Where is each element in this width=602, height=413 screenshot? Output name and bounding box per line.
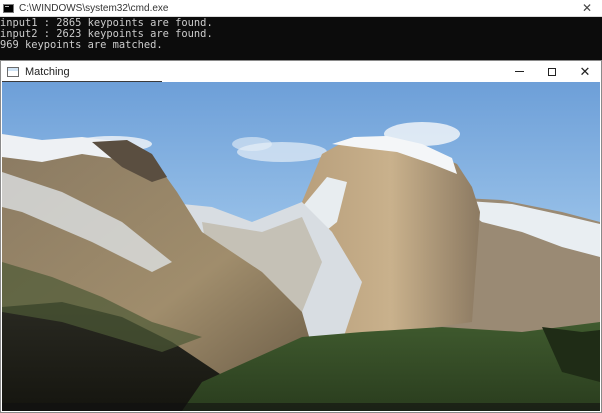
minimize-icon [514,71,524,72]
console-window-title: C:\WINDOWS\system32\cmd.exe [19,2,169,14]
close-button[interactable]: ✕ [569,61,601,82]
console-icon [3,3,14,13]
console-output: input1 : 2865 keypoints are found. input… [0,17,602,61]
minimize-button[interactable] [503,61,535,82]
matching-image [2,82,600,411]
matching-titlebar[interactable]: Matching ✕ [1,61,601,82]
matching-window-title: Matching [25,65,70,78]
console-line: input2 : 2623 keypoints are found. [0,29,213,40]
console-line: input1 : 2865 keypoints are found. [0,18,213,29]
console-close-icon[interactable]: ✕ [580,1,594,15]
maximize-button[interactable] [536,61,568,82]
matching-window: Matching ✕ [0,60,602,413]
console-line: 969 keypoints are matched. [0,40,163,51]
maximize-icon [548,67,556,76]
app-window-icon [7,66,19,77]
close-icon: ✕ [579,64,591,79]
console-titlebar[interactable]: C:\WINDOWS\system32\cmd.exe ✕ [0,0,602,17]
